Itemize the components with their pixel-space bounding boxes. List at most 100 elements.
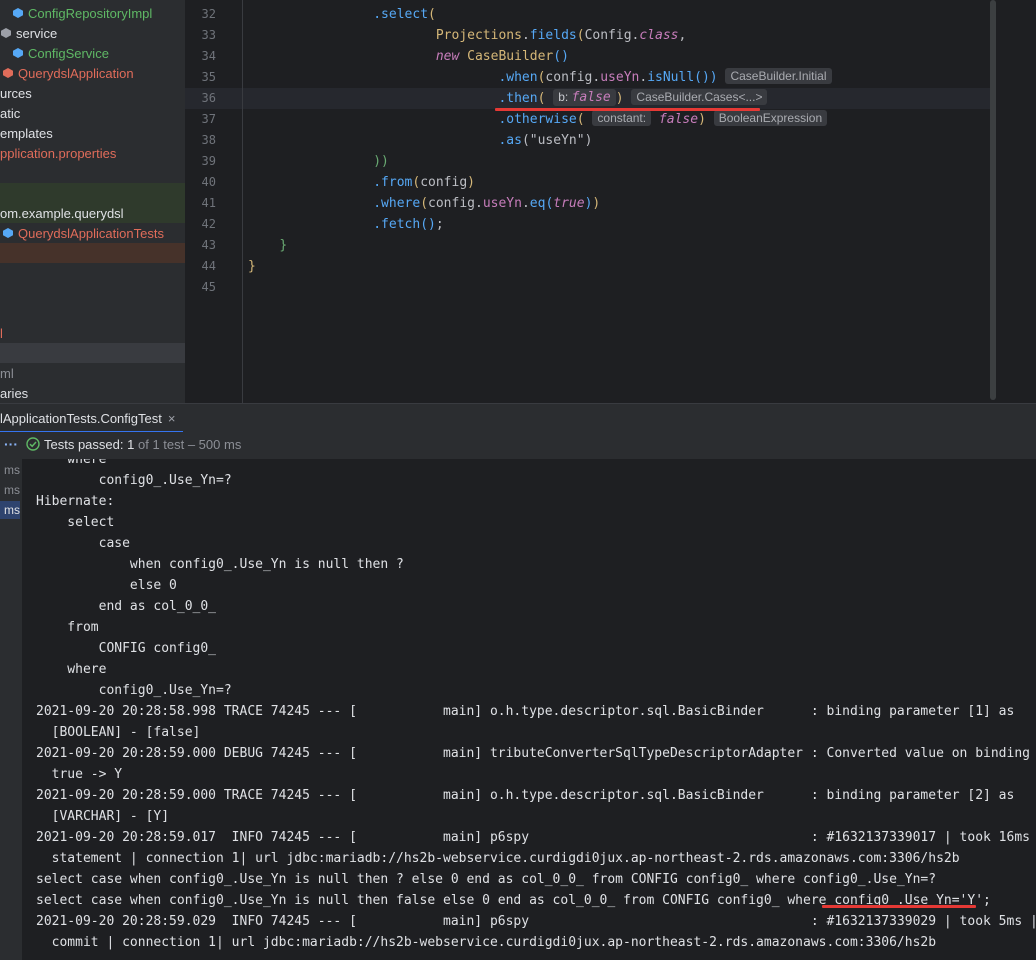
line-number: 45 bbox=[201, 280, 216, 294]
line-number: 43 bbox=[201, 238, 216, 252]
line-number: 40 bbox=[201, 175, 216, 189]
test-class-icon bbox=[2, 225, 14, 245]
annotation-underline bbox=[495, 108, 760, 111]
tree-item[interactable]: emplates bbox=[0, 124, 53, 144]
duration-label[interactable]: ms bbox=[0, 461, 20, 479]
tree-item-label: pplication.properties bbox=[0, 146, 117, 161]
console-line: statement | connection 1| url jdbc:maria… bbox=[36, 851, 960, 866]
code-line-39: )) bbox=[373, 154, 389, 169]
console-line: case bbox=[36, 536, 138, 551]
console-line: else 0 bbox=[36, 578, 185, 593]
check-icon bbox=[26, 437, 40, 456]
project-tree[interactable]: ConfigRepositoryImpl service ConfigService… bbox=[0, 0, 185, 403]
line-number: 34 bbox=[201, 49, 216, 63]
param-hint: b: false bbox=[553, 89, 616, 106]
tab-config-test[interactable]: lApplicationTests.ConfigTest × bbox=[0, 404, 184, 433]
console-line: Hibernate: bbox=[36, 494, 123, 509]
selected-row-highlight bbox=[0, 343, 185, 363]
tree-item-label: ml bbox=[0, 366, 14, 381]
console-output[interactable]: where config0_.Use_Yn=? Hibernate: select… bbox=[22, 459, 1036, 960]
run-tab-bar: lApplicationTests.ConfigTest × bbox=[0, 403, 1036, 433]
package-icon bbox=[0, 25, 12, 45]
line-number: 36 bbox=[201, 91, 216, 105]
tree-item[interactable]: urces bbox=[0, 84, 32, 104]
type-hint: CaseBuilder.Cases<...> bbox=[631, 89, 768, 105]
console-line: 2021-09-20 20:28:58.998 TRACE 74245 --- … bbox=[36, 704, 1015, 719]
console-line: when config0_.Use_Yn is null then ? bbox=[36, 557, 412, 572]
console-line: CONFIG config0_ bbox=[36, 641, 224, 656]
line-number: 44 bbox=[201, 259, 216, 273]
tree-item-label: QuerydslApplication bbox=[18, 66, 134, 81]
status-prefix: Tests passed: bbox=[44, 437, 124, 452]
test-status-bar: ··· Tests passed: 1 of 1 test – 500 ms bbox=[0, 432, 1036, 460]
console-line: [VARCHAR] - [Y] bbox=[36, 809, 170, 824]
line-number: 37 bbox=[201, 112, 216, 126]
gutter-separator bbox=[242, 0, 243, 403]
close-icon[interactable]: × bbox=[168, 411, 176, 426]
code-line-33: Projections.fields(Config.class, bbox=[435, 28, 687, 43]
console-line: where bbox=[36, 662, 107, 677]
console-line: config0_.Use_Yn=? bbox=[36, 473, 232, 488]
console-line: 2021-09-20 20:28:59.000 TRACE 74245 --- … bbox=[36, 788, 1015, 803]
duration-label[interactable]: ms bbox=[0, 501, 20, 519]
console-line: from bbox=[36, 620, 99, 635]
editor-scrollbar[interactable] bbox=[990, 0, 996, 400]
code-line-38: .as("useYn") bbox=[498, 133, 593, 148]
tree-item[interactable]: ml bbox=[0, 364, 14, 384]
tree-item[interactable]: QuerydslApplication bbox=[2, 64, 134, 84]
more-icon[interactable]: ··· bbox=[4, 436, 18, 452]
console-line: 2021-09-20 20:28:59.000 DEBUG 74245 --- … bbox=[36, 746, 1036, 761]
tree-item[interactable]: QuerydslApplicationTests bbox=[2, 224, 164, 244]
tree-item-label: ConfigRepositoryImpl bbox=[28, 6, 153, 21]
interface-icon bbox=[12, 45, 24, 65]
tree-item[interactable]: ConfigRepositoryImpl bbox=[12, 4, 152, 24]
tree-item-label: atic bbox=[0, 106, 21, 121]
console-line: 2021-09-20 20:28:59.029 INFO 74245 --- [… bbox=[36, 914, 1036, 929]
console-line: config0_.Use_Yn=? bbox=[36, 683, 232, 698]
code-line-35: .when(config.useYn.isNull()) CaseBuilder… bbox=[248, 67, 832, 88]
tree-item-label: urces bbox=[0, 86, 32, 101]
console-line: where bbox=[36, 459, 107, 467]
param-hint: constant: bbox=[592, 110, 652, 126]
type-hint: CaseBuilder.Initial bbox=[725, 68, 832, 84]
code-line-36: .then( b: false) CaseBuilder.Cases<...> bbox=[248, 88, 768, 109]
line-number: 38 bbox=[201, 133, 216, 147]
tree-item[interactable]: aries bbox=[0, 384, 28, 403]
line-number: 32 bbox=[201, 7, 216, 21]
console-line: select bbox=[36, 515, 115, 530]
duration-label[interactable]: ms bbox=[0, 481, 20, 499]
line-number: 39 bbox=[201, 154, 216, 168]
tree-item[interactable]: pplication.properties bbox=[0, 144, 116, 164]
tree-item-label: l bbox=[0, 326, 3, 341]
code-line-42: .fetch(); bbox=[373, 217, 444, 232]
class-icon bbox=[2, 65, 14, 85]
status-count: 1 bbox=[127, 437, 135, 452]
test-duration-strip[interactable]: ms ms ms bbox=[0, 459, 22, 960]
tree-item-label: aries bbox=[0, 386, 29, 401]
tree-item-label: emplates bbox=[0, 126, 53, 141]
code-line-32: .select( bbox=[373, 7, 436, 22]
code-line-37: .otherwise( constant: false) BooleanExpr… bbox=[248, 109, 828, 130]
tree-item[interactable]: atic bbox=[0, 104, 20, 124]
tree-item[interactable]: l bbox=[0, 324, 3, 344]
line-number: 41 bbox=[201, 196, 216, 210]
failed-row-highlight bbox=[0, 243, 185, 263]
status-rest: of 1 test – 500 ms bbox=[137, 437, 242, 452]
code-line-44: } bbox=[248, 259, 256, 274]
tree-item-label: QuerydslApplicationTests bbox=[18, 226, 164, 241]
console-line: [BOOLEAN] - [false] bbox=[36, 725, 201, 740]
tree-item[interactable]: ConfigService bbox=[12, 44, 109, 64]
console-line: select case when config0_.Use_Yn is null… bbox=[36, 872, 937, 887]
line-number: 35 bbox=[201, 70, 216, 84]
interface-icon bbox=[12, 5, 24, 25]
code-line-40: .from(config) bbox=[373, 175, 475, 190]
tree-item-label: ConfigService bbox=[28, 46, 109, 61]
tree-item[interactable]: service bbox=[0, 24, 57, 44]
tree-item-label: om.example.querydsl bbox=[0, 206, 124, 221]
console-line: 2021-09-20 20:28:59.017 INFO 74245 --- [… bbox=[36, 830, 1036, 845]
tree-item[interactable]: om.example.querydsl bbox=[0, 204, 124, 224]
tree-item-label: service bbox=[16, 26, 58, 41]
console-line: end as col_0_0_ bbox=[36, 599, 224, 614]
annotation-underline bbox=[822, 905, 976, 908]
type-hint: BooleanExpression bbox=[713, 110, 828, 126]
